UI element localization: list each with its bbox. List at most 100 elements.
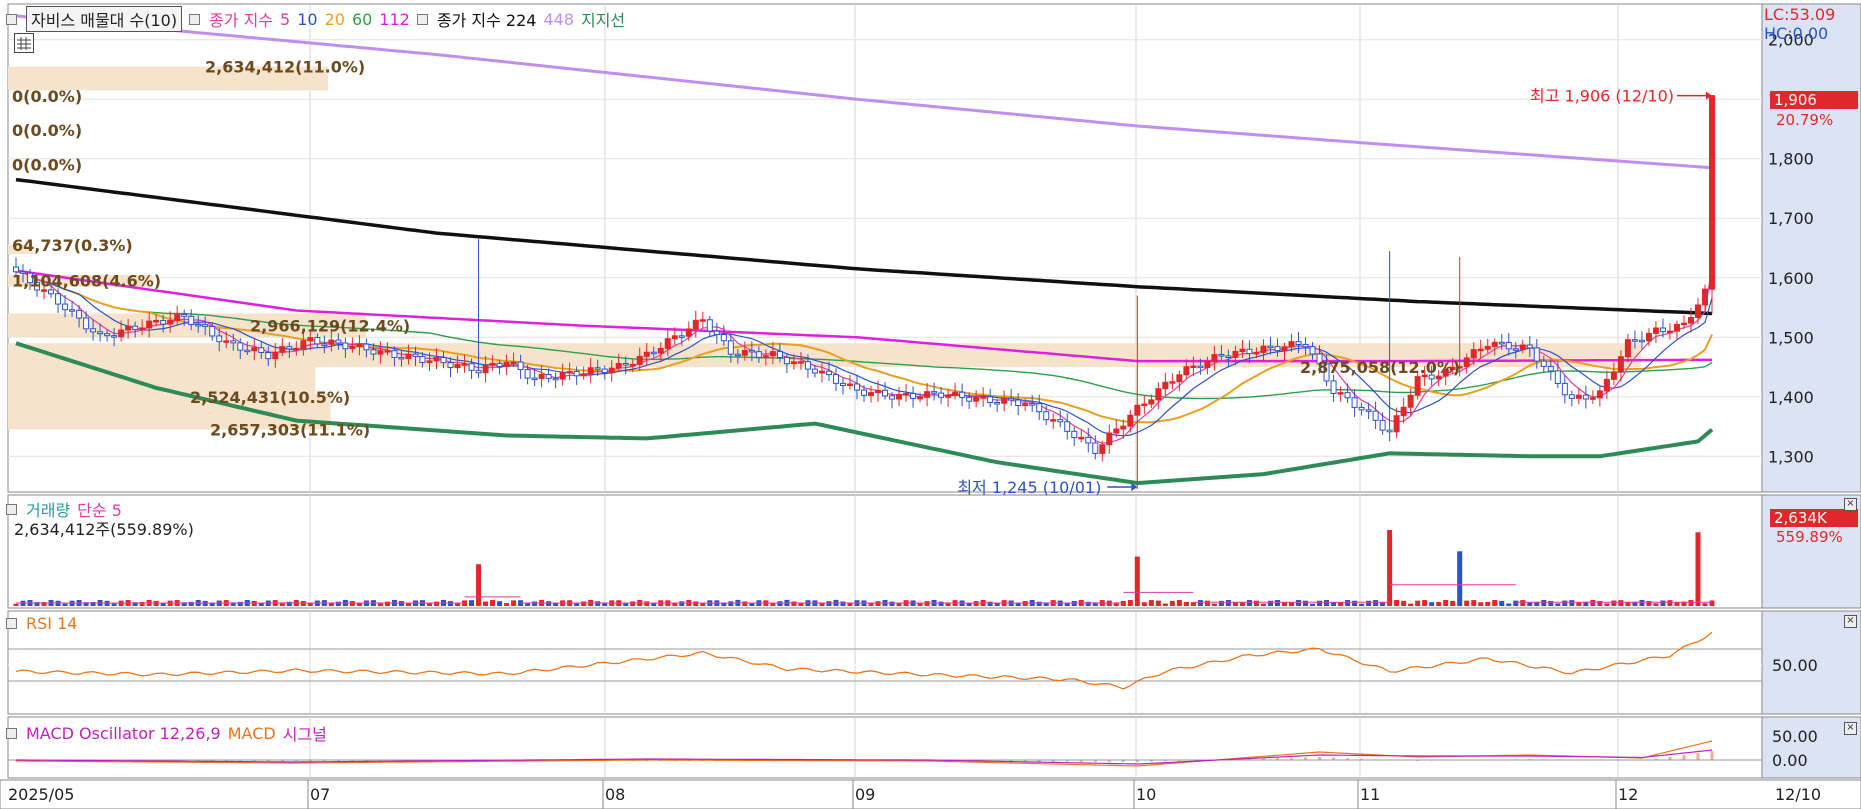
legend-toggle-icon[interactable] [416, 13, 428, 25]
candle-body [321, 343, 328, 346]
volume-bar [1246, 600, 1252, 606]
candle-body [335, 339, 342, 344]
volume-bar [1064, 603, 1070, 606]
macd-histogram-bar [1682, 754, 1686, 760]
candle-body [566, 370, 573, 374]
volume-profile-label: 2,966,129(12.4%) [250, 316, 410, 335]
volume-bar [1197, 600, 1203, 606]
last-change-label: 20.79% [1776, 111, 1834, 129]
close-pane-icon[interactable]: × [1844, 498, 1857, 511]
candle-body [615, 362, 622, 369]
candle-body [328, 339, 335, 345]
rsi-tick-label: 50.00 [1772, 656, 1818, 675]
volume-bar [1436, 601, 1442, 606]
volume-bar [1036, 601, 1042, 606]
candle-body [370, 349, 377, 355]
candle-body [391, 350, 398, 358]
legend-toggle-icon[interactable] [6, 727, 17, 739]
candle-body [1709, 95, 1715, 290]
volume-bar [1408, 603, 1414, 606]
candle-body [1477, 348, 1484, 352]
volume-bar [1464, 600, 1470, 606]
volume-bar [1387, 530, 1393, 606]
volume-bar [1478, 602, 1484, 606]
rsi-title: RSI 14 [26, 614, 78, 633]
candle-body [83, 317, 90, 330]
volume-bar [742, 601, 748, 606]
candle-body [1099, 444, 1106, 454]
volume-bar [433, 601, 439, 606]
ma60-label: 60 [351, 9, 373, 29]
volume-bar [1660, 600, 1666, 606]
candle-body [1071, 430, 1078, 439]
volume-bar [1625, 602, 1631, 606]
candle-body [1302, 344, 1309, 348]
volume-bar [62, 603, 68, 606]
candle-body [762, 355, 769, 358]
candle-body [174, 313, 181, 321]
volume-bar [1443, 599, 1449, 606]
candle-body [1701, 288, 1708, 306]
volume-bar [1541, 599, 1547, 606]
chart-canvas[interactable]: 2,0001,9001,8001,7001,6001,5001,4001,300… [0, 0, 1861, 809]
legend-toggle-icon[interactable] [6, 13, 17, 25]
grid-settings-icon[interactable] [14, 33, 34, 53]
volume-last-tag: 2,634K [1770, 509, 1858, 527]
legend-toggle-icon[interactable] [6, 503, 17, 515]
volume-bar [504, 603, 510, 606]
volume-bar [286, 601, 292, 606]
volume-bar [987, 601, 993, 606]
candle-body [1155, 388, 1162, 401]
candle-body [475, 369, 482, 374]
volume-bar [1457, 551, 1463, 606]
indicator-title[interactable]: 자비스 매물대 수(10) [26, 6, 183, 32]
candle-body [1176, 374, 1183, 383]
candle-body [973, 396, 980, 402]
candle-body [1015, 399, 1022, 407]
candle-body [125, 325, 132, 331]
candle-body [1400, 406, 1407, 417]
candle-body [265, 351, 272, 360]
volume-bar [160, 603, 166, 606]
volume-bar [1548, 600, 1554, 606]
volume-bar [237, 601, 243, 606]
volume-bar [966, 603, 972, 606]
price-tick-label: 1,500 [1768, 328, 1814, 347]
candle-body [1673, 323, 1680, 332]
candle-body [699, 319, 706, 322]
candle-body [839, 382, 846, 386]
candle-body [1057, 419, 1064, 423]
candle-body [1407, 394, 1414, 408]
volume-bar [1695, 532, 1701, 606]
candle-body [426, 360, 433, 363]
volume-bar [917, 603, 923, 606]
candle-body [1064, 421, 1071, 432]
price-tick-label: 1,800 [1768, 150, 1814, 169]
volume-profile-label: 2,657,303(11.1%) [210, 421, 370, 440]
candle-body [1666, 330, 1673, 334]
volume-bar [13, 603, 19, 606]
legend-toggle-icon[interactable] [189, 13, 201, 25]
close-pane-icon[interactable]: × [1844, 615, 1857, 628]
legend-toggle-icon[interactable] [6, 618, 17, 629]
candle-body [966, 396, 973, 402]
candle-body [643, 351, 650, 357]
volume-bar [595, 601, 601, 606]
candle-body [903, 393, 910, 396]
candle-body [889, 395, 896, 400]
volume-bar [209, 603, 215, 606]
candle-body [195, 323, 202, 327]
close-pane-icon[interactable]: × [1844, 722, 1857, 735]
macd-tick-label: 50.00 [1772, 727, 1818, 746]
candle-body [1610, 371, 1617, 380]
candle-body [938, 392, 945, 398]
time-tick-label: 2025/05 [8, 785, 74, 804]
candle-body [503, 361, 510, 367]
volume-bar [1127, 599, 1133, 606]
price-tick-label: 1,400 [1768, 388, 1814, 407]
volume-bar [258, 603, 264, 606]
candle-body [1687, 317, 1694, 324]
candle-body [818, 370, 825, 374]
candle-body [1127, 414, 1134, 427]
candle-body [356, 343, 363, 347]
